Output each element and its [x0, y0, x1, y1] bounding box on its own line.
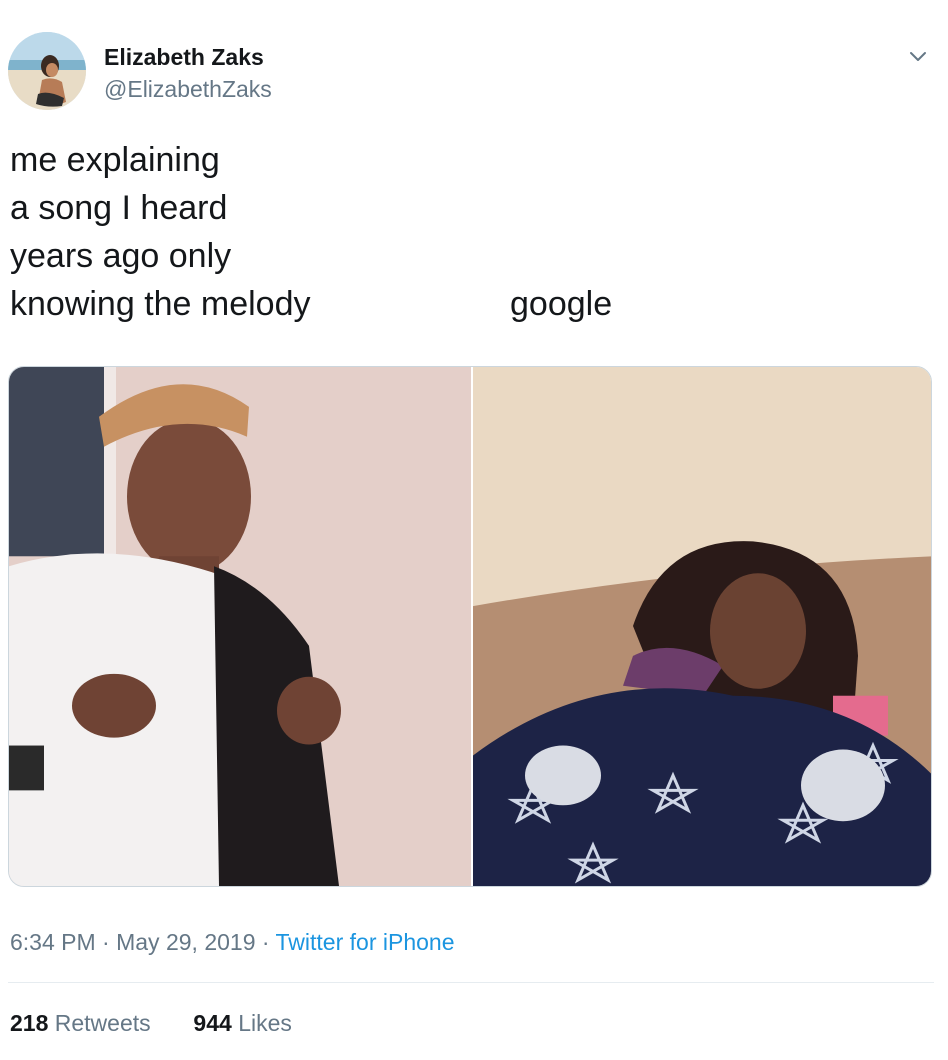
tweet-caption-right: google	[510, 285, 613, 323]
tweet-date[interactable]: May 29, 2019	[116, 929, 255, 955]
tweet-source-link[interactable]: Twitter for iPhone	[276, 929, 455, 955]
tweet-text-line: a song I heard	[10, 189, 228, 227]
tweet-text-line: knowing the melody	[10, 285, 311, 323]
tweet-stats: 218 Retweets 944 Likes	[10, 1010, 292, 1037]
media-grid	[8, 366, 932, 887]
divider	[8, 982, 934, 983]
meta-separator: ·	[102, 929, 110, 955]
author-handle[interactable]: @ElizabethZaks	[104, 76, 272, 103]
author-name[interactable]: Elizabeth Zaks	[104, 44, 264, 71]
photo-right-image	[473, 367, 931, 886]
chevron-down-icon[interactable]	[906, 44, 930, 68]
tweet-text-line: years ago only	[10, 237, 232, 275]
avatar[interactable]	[8, 32, 86, 110]
likes-stat[interactable]: 944 Likes	[193, 1010, 291, 1036]
retweets-label: Retweets	[54, 1010, 151, 1036]
tweet-text-line: me explaining	[10, 141, 220, 179]
retweets-count: 218	[10, 1010, 49, 1036]
tweet-time[interactable]: 6:34 PM	[10, 929, 96, 955]
meta-separator: ·	[261, 929, 270, 955]
photo-left-image	[9, 367, 471, 886]
avatar-image	[8, 32, 86, 110]
media-photo-right[interactable]	[473, 367, 931, 886]
tweet-meta: 6:34 PM · May 29, 2019 · Twitter for iPh…	[10, 929, 455, 956]
likes-label: Likes	[238, 1010, 292, 1036]
likes-count: 944	[193, 1010, 232, 1036]
media-photo-left[interactable]	[9, 367, 471, 886]
retweets-stat[interactable]: 218 Retweets	[10, 1010, 157, 1036]
